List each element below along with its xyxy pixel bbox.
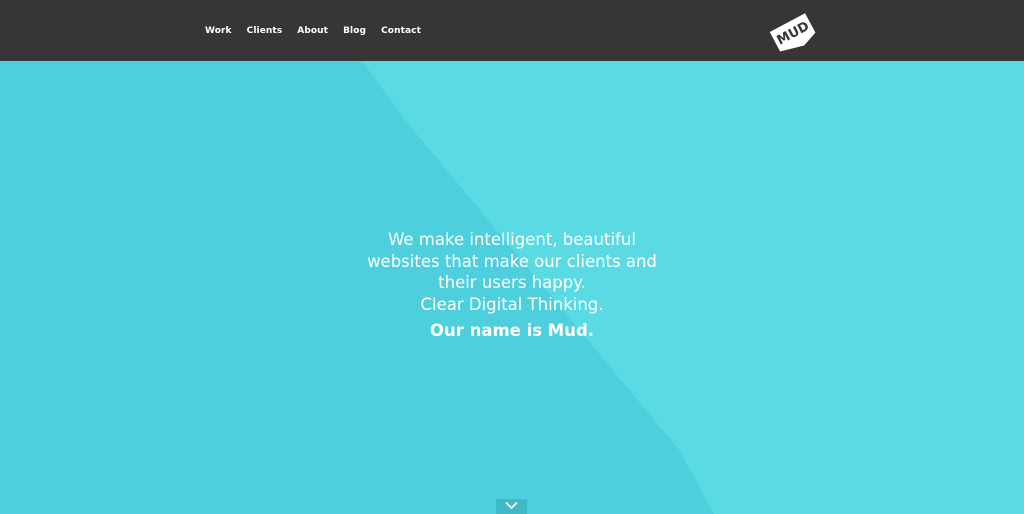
hero-tagline: We make intelligent, beautiful websites … xyxy=(312,229,712,342)
nav-link-clients[interactable]: Clients xyxy=(247,25,283,37)
main-nav: Work Clients About Blog Contact xyxy=(205,25,436,37)
tagline-line: websites that make our clients and xyxy=(367,251,657,271)
page: Work Clients About Blog Contact MUD We m… xyxy=(0,0,1024,514)
nav-link-contact[interactable]: Contact xyxy=(381,25,421,37)
nav-link-blog[interactable]: Blog xyxy=(343,25,366,37)
hero-section: We make intelligent, beautiful websites … xyxy=(0,61,1024,514)
tagline-line: Clear Digital Thinking. xyxy=(420,294,604,314)
top-navigation-bar: Work Clients About Blog Contact MUD xyxy=(0,0,1024,61)
tagline-strong: Our name is Mud. xyxy=(429,321,595,340)
nav-link-about[interactable]: About xyxy=(297,25,328,37)
tagline-line: We make intelligent, beautiful xyxy=(388,230,636,249)
tagline-line: their users happy. xyxy=(438,273,586,292)
scroll-down-button[interactable] xyxy=(496,499,527,514)
mud-logo-graphic: MUD xyxy=(769,13,816,52)
chevron-down-icon xyxy=(505,502,518,509)
mud-logo-icon[interactable]: MUD xyxy=(766,7,820,55)
nav-link-work[interactable]: Work xyxy=(205,25,232,37)
